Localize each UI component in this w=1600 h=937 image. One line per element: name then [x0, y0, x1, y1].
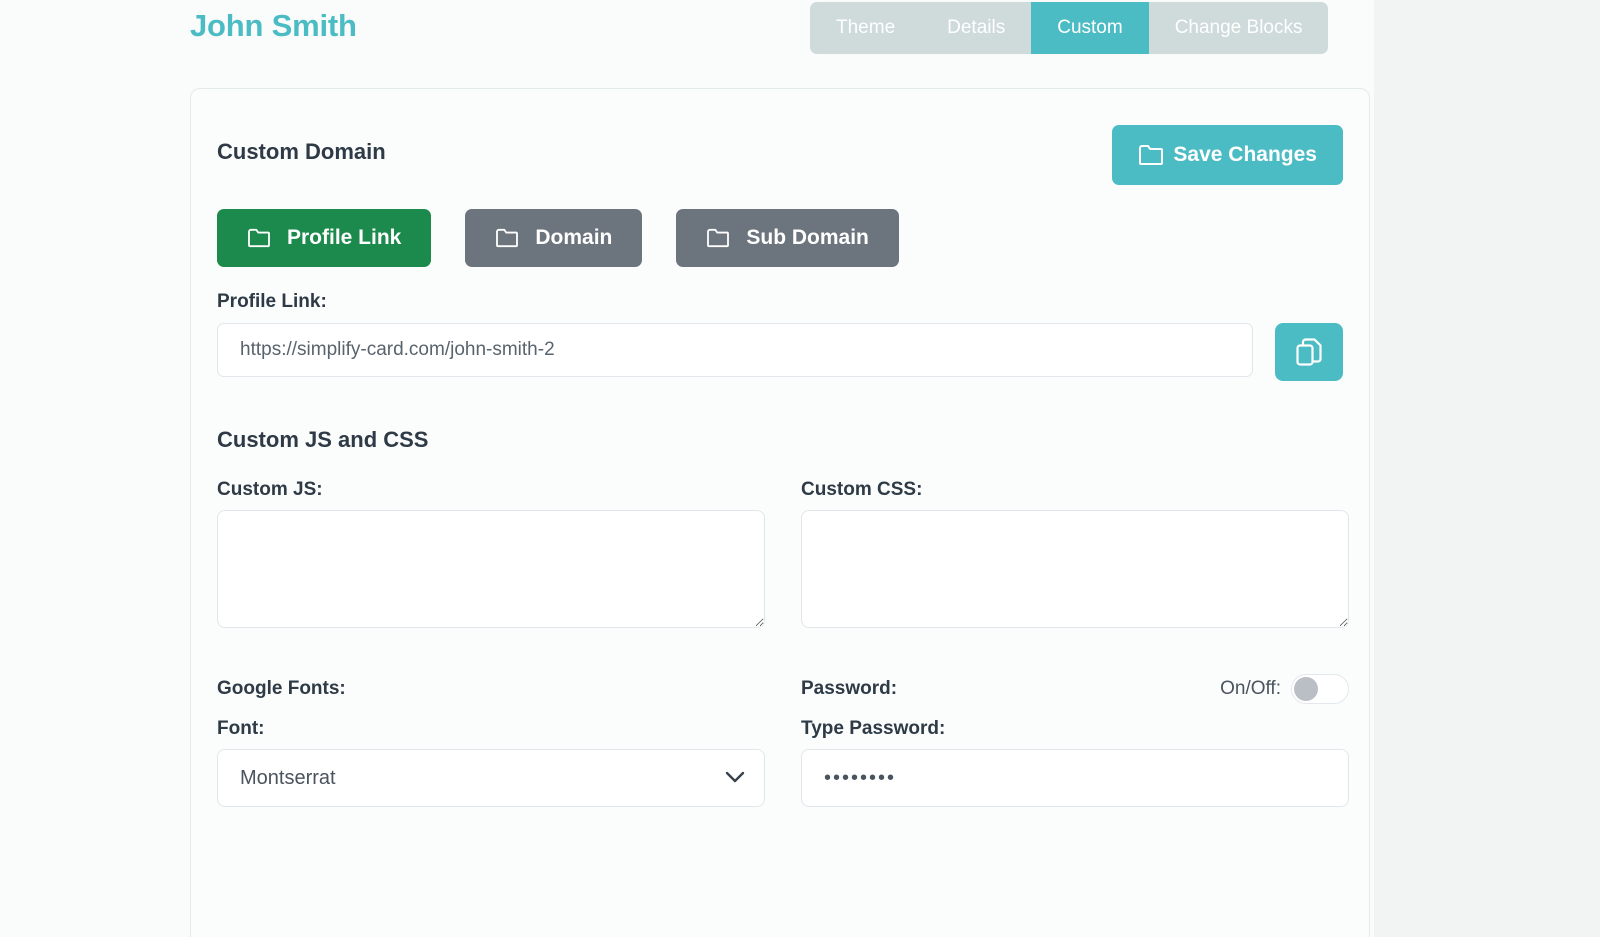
custom-domain-card: Custom Domain Save Changes Profile Link [190, 88, 1370, 937]
google-fonts-header: Google Fonts: [217, 672, 765, 706]
tab-details[interactable]: Details [921, 2, 1031, 54]
code-section-title: Custom JS and CSS [217, 427, 429, 452]
save-changes-button[interactable]: Save Changes [1112, 125, 1343, 185]
fonts-password-grid: Google Fonts: Font: Montserrat Password:… [217, 672, 1349, 807]
password-header: Password: On/Off: [801, 672, 1349, 706]
top-bar: John Smith Theme Details Custom Change B… [0, 0, 1374, 56]
password-input[interactable] [801, 749, 1349, 807]
password-toggle-group: On/Off: [1220, 672, 1349, 706]
font-field-label: Font: [217, 718, 265, 739]
card-header: Custom Domain Save Changes [217, 125, 1343, 197]
tab-change-blocks[interactable]: Change Blocks [1149, 2, 1329, 54]
custom-css-textarea[interactable] [801, 510, 1349, 628]
folder-icon [706, 228, 730, 248]
password-toggle-label: On/Off: [1220, 678, 1281, 699]
page-outer-background [1374, 0, 1600, 937]
tab-custom[interactable]: Custom [1031, 2, 1149, 54]
mode-domain-label: Domain [535, 226, 613, 249]
tab-bar: Theme Details Custom Change Blocks [810, 2, 1329, 54]
page-viewport: John Smith Theme Details Custom Change B… [0, 0, 1374, 937]
code-grid: Custom JS: Custom CSS: [217, 479, 1349, 628]
mode-profile-link-button[interactable]: Profile Link [217, 209, 432, 267]
password-toggle[interactable] [1291, 674, 1349, 704]
save-changes-label: Save Changes [1173, 143, 1317, 166]
mode-domain-button[interactable]: Domain [465, 209, 643, 267]
custom-js-textarea[interactable] [217, 510, 765, 628]
custom-js-label: Custom JS: [217, 479, 323, 500]
copy-link-button[interactable] [1275, 323, 1343, 381]
google-fonts-column: Google Fonts: Font: Montserrat [217, 672, 765, 807]
font-select[interactable]: Montserrat [217, 749, 765, 807]
folder-icon [247, 228, 271, 248]
font-select-wrapper: Montserrat [217, 749, 765, 807]
mode-profile-link-label: Profile Link [287, 226, 402, 249]
mode-sub-domain-button[interactable]: Sub Domain [676, 209, 899, 267]
profile-link-row [217, 323, 1343, 381]
folder-icon [495, 228, 519, 248]
mode-sub-domain-label: Sub Domain [746, 226, 869, 249]
custom-css-label: Custom CSS: [801, 479, 923, 500]
password-column: Password: On/Off: Type Password: [801, 672, 1349, 807]
folder-icon [1138, 144, 1164, 166]
google-fonts-heading: Google Fonts: [217, 678, 346, 699]
custom-css-column: Custom CSS: [801, 479, 1349, 628]
copy-icon [1296, 338, 1322, 366]
type-password-label: Type Password: [801, 718, 946, 739]
domain-mode-group: Profile Link Domain Sub Domain [217, 209, 1343, 267]
custom-js-column: Custom JS: [217, 479, 765, 628]
page-title: John Smith [190, 8, 357, 43]
tab-theme[interactable]: Theme [810, 2, 921, 54]
profile-link-label: Profile Link: [217, 291, 327, 312]
card-title: Custom Domain [217, 139, 386, 164]
toggle-knob [1294, 677, 1318, 701]
profile-link-input[interactable] [217, 323, 1253, 377]
